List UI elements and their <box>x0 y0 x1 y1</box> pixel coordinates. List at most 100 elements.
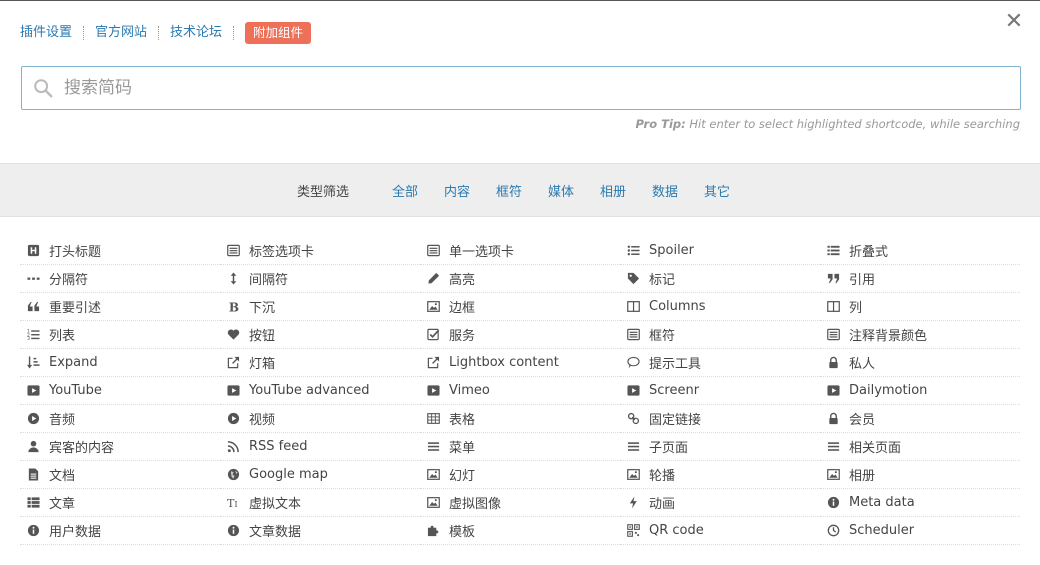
shortcode-label: 菜单 <box>449 441 476 456</box>
shortcode-item[interactable]: 按钮 <box>220 321 420 349</box>
filter-content[interactable]: 内容 <box>444 181 470 200</box>
shortcode-item[interactable]: 分隔符 <box>20 265 220 293</box>
shortcode-item[interactable]: 边框 <box>420 293 620 321</box>
filter-data[interactable]: 数据 <box>652 181 678 200</box>
shortcode-label: 文档 <box>49 469 76 484</box>
shortcode-item[interactable]: 用户数据 <box>20 517 220 545</box>
filter-gallery[interactable]: 相册 <box>600 181 626 200</box>
play-square-icon <box>226 384 240 398</box>
shortcode-item[interactable]: Spoiler <box>620 237 820 265</box>
shortcode-item[interactable]: 文章 <box>20 489 220 517</box>
shortcode-label: Columns <box>649 299 706 314</box>
shortcode-item[interactable]: 子页面 <box>620 433 820 461</box>
addons-button[interactable]: 附加组件 <box>245 22 312 44</box>
shortcode-item[interactable]: Scheduler <box>820 517 1020 545</box>
shortcode-label: Spoiler <box>649 243 695 258</box>
shortcode-item[interactable]: 间隔符 <box>220 265 420 293</box>
shortcode-item[interactable]: 相关页面 <box>820 433 1020 461</box>
shortcode-label: 虚拟图像 <box>449 497 502 512</box>
play-square-icon <box>626 384 640 398</box>
filter-media[interactable]: 媒体 <box>548 181 574 200</box>
shortcode-item[interactable]: 视频 <box>220 405 420 433</box>
shortcode-label: 注释背景颜色 <box>849 329 928 344</box>
shortcode-label: 表格 <box>449 413 476 428</box>
shortcode-item[interactable]: Columns <box>620 293 820 321</box>
shortcode-item[interactable]: 相册 <box>820 461 1020 489</box>
shortcode-label: YouTube <box>49 383 102 398</box>
arrows-v-icon <box>226 272 240 286</box>
shortcode-item[interactable]: Vimeo <box>420 377 620 405</box>
shortcode-item[interactable]: RSS feed <box>220 433 420 461</box>
shortcode-item[interactable]: 标记 <box>620 265 820 293</box>
shortcode-item[interactable]: 音频 <box>20 405 220 433</box>
shortcode-label: 音频 <box>49 413 76 428</box>
search-box <box>21 66 1021 110</box>
shortcode-item[interactable]: Google map <box>220 461 420 489</box>
shortcode-item[interactable]: 虚拟图像 <box>420 489 620 517</box>
table-icon <box>426 412 440 426</box>
shortcode-item[interactable]: 列 <box>820 293 1020 321</box>
shortcode-label: 框符 <box>649 329 676 344</box>
shortcode-label: 列 <box>849 301 863 316</box>
shortcode-item[interactable]: 固定链接 <box>620 405 820 433</box>
shortcode-item[interactable]: 文章数据 <box>220 517 420 545</box>
link-official-website[interactable]: 官方网站 <box>95 22 147 44</box>
shortcode-item[interactable]: 高亮 <box>420 265 620 293</box>
shortcode-item[interactable]: Expand <box>20 349 220 377</box>
shortcode-item[interactable]: 表格 <box>420 405 620 433</box>
shortcode-item[interactable]: 私人 <box>820 349 1020 377</box>
shortcode-item[interactable]: 会员 <box>820 405 1020 433</box>
shortcode-item[interactable]: 菜单 <box>420 433 620 461</box>
shortcode-item[interactable]: 灯箱 <box>220 349 420 377</box>
shortcode-item[interactable]: 引用 <box>820 265 1020 293</box>
file-icon <box>26 468 40 482</box>
shortcode-item[interactable]: B 下沉 <box>220 293 420 321</box>
shortcode-item[interactable]: 注释背景颜色 <box>820 321 1020 349</box>
link-plugin-settings[interactable]: 插件设置 <box>20 22 72 44</box>
shortcode-item[interactable]: 提示工具 <box>620 349 820 377</box>
shortcode-label: Dailymotion <box>849 383 928 398</box>
shortcode-item[interactable]: QR code <box>620 517 820 545</box>
search-input[interactable] <box>64 68 1020 108</box>
shortcode-item[interactable]: 服务 <box>420 321 620 349</box>
lock-icon <box>826 412 840 426</box>
shortcode-item[interactable]: 宾客的内容 <box>20 433 220 461</box>
shortcode-label: 边框 <box>449 301 476 316</box>
shortcode-label: 标签选项卡 <box>249 245 315 260</box>
shortcode-item[interactable]: 标签选项卡 <box>220 237 420 265</box>
shortcode-label: 动画 <box>649 497 676 512</box>
shortcode-item[interactable]: 折叠式 <box>820 237 1020 265</box>
shortcode-item[interactable]: 单一选项卡 <box>420 237 620 265</box>
shortcode-item[interactable]: 模板 <box>420 517 620 545</box>
shortcode-item[interactable]: 动画 <box>620 489 820 517</box>
shortcode-item[interactable]: YouTube advanced <box>220 377 420 405</box>
filter-box[interactable]: 框符 <box>496 181 522 200</box>
shortcode-item[interactable]: 文档 <box>20 461 220 489</box>
shortcode-item[interactable]: 1 2 3 列表 <box>20 321 220 349</box>
shortcode-label: 间隔符 <box>249 273 289 288</box>
shortcode-item[interactable]: 重要引述 <box>20 293 220 321</box>
shortcode-item[interactable]: Screenr <box>620 377 820 405</box>
list-alt-icon <box>626 328 640 342</box>
shortcode-label: 用户数据 <box>49 525 102 540</box>
shortcode-item[interactable]: Lightbox content <box>420 349 620 377</box>
shortcode-item[interactable]: 打头标题 <box>20 237 220 265</box>
shortcode-item[interactable]: 框符 <box>620 321 820 349</box>
shortcode-item[interactable]: 轮播 <box>620 461 820 489</box>
shortcode-item[interactable]: YouTube <box>20 377 220 405</box>
close-icon[interactable]: ✕ <box>1002 10 1026 34</box>
shortcode-label: 打头标题 <box>49 245 102 260</box>
shortcode-item[interactable]: Dailymotion <box>820 377 1020 405</box>
link-separator <box>83 26 85 40</box>
shortcode-label: Meta data <box>849 495 915 510</box>
link-tech-forum[interactable]: 技术论坛 <box>170 22 222 44</box>
shortcode-label: 文章数据 <box>249 525 302 540</box>
shortcode-item[interactable]: T I 虚拟文本 <box>220 489 420 517</box>
svg-text:I: I <box>234 499 237 509</box>
picture-icon <box>626 468 640 482</box>
shortcode-item[interactable]: Meta data <box>820 489 1020 517</box>
external-link-icon <box>426 356 440 370</box>
filter-other[interactable]: 其它 <box>704 181 730 200</box>
filter-all[interactable]: 全部 <box>392 181 418 200</box>
shortcode-item[interactable]: 幻灯 <box>420 461 620 489</box>
